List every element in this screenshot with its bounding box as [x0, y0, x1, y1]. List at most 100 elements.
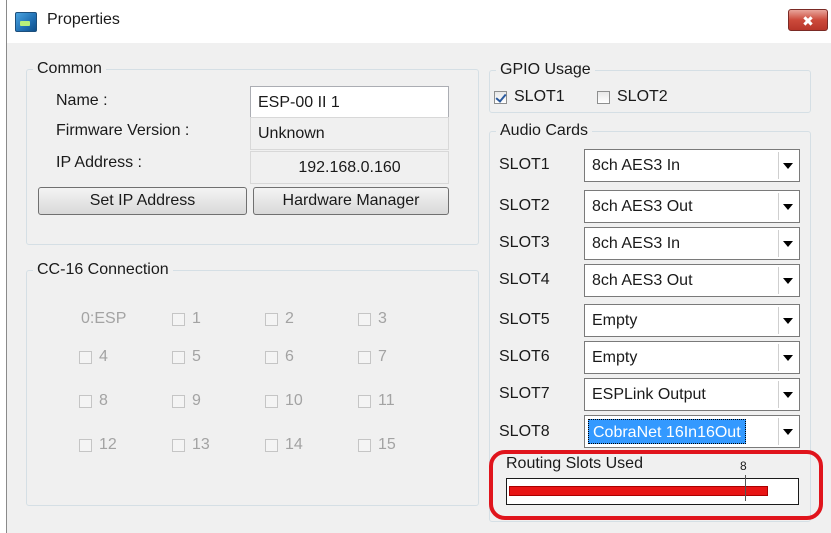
- chevron-down-icon[interactable]: [778, 193, 797, 220]
- slot3-label: SLOT3: [499, 234, 550, 251]
- chevron-down-icon[interactable]: [778, 418, 797, 445]
- checkbox-box: [172, 312, 185, 326]
- checkbox-label: 7: [378, 348, 387, 365]
- cc16-checkbox-13[interactable]: 13: [172, 436, 210, 454]
- esp-label: 0:ESP: [81, 310, 127, 327]
- checkbox-box: [79, 350, 92, 364]
- checkbox-box: [172, 350, 185, 364]
- set-ip-address-button[interactable]: Set IP Address: [38, 187, 247, 215]
- cc16-checkbox-9[interactable]: 9: [172, 392, 201, 410]
- close-button[interactable]: ✖: [788, 9, 828, 31]
- cc16-checkbox-7[interactable]: 7: [358, 348, 387, 366]
- checkbox-label: 4: [99, 348, 108, 365]
- select-value: 8ch AES3 Out: [592, 198, 693, 215]
- slot7-select[interactable]: ESPLink Output: [584, 378, 800, 411]
- cc16-checkbox-8[interactable]: 8: [79, 392, 108, 410]
- close-icon: ✖: [802, 13, 814, 29]
- slot6-select[interactable]: Empty: [584, 341, 800, 374]
- checkbox-label: 3: [378, 310, 387, 327]
- ip-label: IP Address :: [56, 154, 142, 171]
- checkbox-label: SLOT1: [514, 88, 565, 105]
- checkbox-box: [265, 312, 278, 326]
- cc16-checkbox-12[interactable]: 12: [79, 436, 117, 454]
- cc16-checkbox-5[interactable]: 5: [172, 348, 201, 366]
- cc16-legend: CC-16 Connection: [37, 261, 169, 278]
- cc16-checkbox-15[interactable]: 15: [358, 436, 396, 454]
- slot8-select[interactable]: CobraNet 16In16Out: [584, 415, 800, 448]
- checkbox-box: [597, 90, 610, 104]
- firmware-label: Firmware Version :: [56, 122, 190, 139]
- chevron-down-icon[interactable]: [778, 230, 797, 257]
- select-value: 8ch AES3 In: [592, 157, 681, 174]
- slot1-label: SLOT1: [499, 156, 550, 173]
- hardware-manager-button[interactable]: Hardware Manager: [253, 187, 449, 215]
- checkbox-box: [494, 90, 507, 104]
- audio-cards-legend: Audio Cards: [500, 122, 589, 139]
- checkbox-label: 6: [285, 348, 294, 365]
- checkbox-label: 9: [192, 392, 201, 409]
- slot1-select[interactable]: 8ch AES3 In: [584, 149, 800, 182]
- select-value: 8ch AES3 In: [592, 235, 681, 252]
- title-bar[interactable]: Properties ✖: [7, 0, 831, 43]
- checkbox-label: 2: [285, 310, 294, 327]
- slot5-label: SLOT5: [499, 311, 550, 328]
- select-value: Empty: [592, 349, 638, 366]
- slot6-label: SLOT6: [499, 348, 550, 365]
- common-legend: Common: [37, 60, 102, 77]
- checkbox-label: 11: [378, 392, 395, 409]
- cc16-checkbox-3[interactable]: 3: [358, 310, 387, 328]
- checkbox-label: 14: [285, 436, 303, 453]
- gpio-legend: GPIO Usage: [500, 61, 591, 78]
- checkbox-label: 13: [192, 436, 210, 453]
- select-value: CobraNet 16In16Out: [588, 419, 746, 444]
- cc16-checkbox-10[interactable]: 10: [265, 392, 303, 410]
- select-value: 8ch AES3 Out: [592, 272, 693, 289]
- checkbox-box: [358, 394, 371, 408]
- gpio-slot1-checkbox[interactable]: SLOT1: [494, 88, 565, 106]
- cc16-checkbox-2[interactable]: 2: [265, 310, 294, 328]
- slot5-select[interactable]: Empty: [584, 304, 800, 337]
- checkbox-box: [265, 438, 278, 452]
- app-icon: [15, 12, 37, 32]
- checkbox-label: 8: [99, 392, 108, 409]
- name-label: Name :: [56, 92, 108, 109]
- chevron-down-icon[interactable]: [778, 152, 797, 179]
- chevron-down-icon[interactable]: [778, 307, 797, 334]
- checkbox-box: [265, 394, 278, 408]
- checkbox-box: [358, 438, 371, 452]
- checkbox-box: [172, 438, 185, 452]
- checkbox-box: [79, 394, 92, 408]
- checkbox-box: [172, 394, 185, 408]
- checkbox-label: 1: [192, 310, 201, 327]
- checkbox-label: 10: [285, 392, 303, 409]
- ip-field: 192.168.0.160: [250, 151, 449, 184]
- slot2-select[interactable]: 8ch AES3 Out: [584, 190, 800, 223]
- slot3-select[interactable]: 8ch AES3 In: [584, 227, 800, 260]
- slot4-select[interactable]: 8ch AES3 Out: [584, 264, 800, 297]
- cc16-checkbox-4[interactable]: 4: [79, 348, 108, 366]
- slot2-label: SLOT2: [499, 197, 550, 214]
- checkbox-box: [79, 438, 92, 452]
- highlight-annotation: [489, 450, 823, 520]
- checkbox-box: [265, 350, 278, 364]
- chevron-down-icon[interactable]: [778, 267, 797, 294]
- slot4-label: SLOT4: [499, 271, 550, 288]
- cc16-checkbox-14[interactable]: 14: [265, 436, 303, 454]
- select-value: Empty: [592, 312, 638, 329]
- slot7-label: SLOT7: [499, 385, 550, 402]
- chevron-down-icon[interactable]: [778, 381, 797, 408]
- checkbox-box: [358, 350, 371, 364]
- gpio-slot2-checkbox[interactable]: SLOT2: [597, 88, 668, 106]
- select-value: ESPLink Output: [592, 386, 706, 403]
- checkbox-label: SLOT2: [617, 88, 668, 105]
- chevron-down-icon[interactable]: [778, 344, 797, 371]
- properties-dialog: Properties ✖ Common Name : ESP-00 II 1 F…: [6, 0, 831, 533]
- cc16-checkbox-6[interactable]: 6: [265, 348, 294, 366]
- cc16-checkbox-1[interactable]: 1: [172, 310, 201, 328]
- cc16-connection-group: CC-16 Connection: [26, 261, 479, 506]
- checkbox-box: [358, 312, 371, 326]
- cc16-checkbox-11[interactable]: 11: [358, 392, 395, 410]
- name-field[interactable]: ESP-00 II 1: [250, 86, 449, 119]
- checkbox-label: 12: [99, 436, 117, 453]
- checkbox-label: 15: [378, 436, 396, 453]
